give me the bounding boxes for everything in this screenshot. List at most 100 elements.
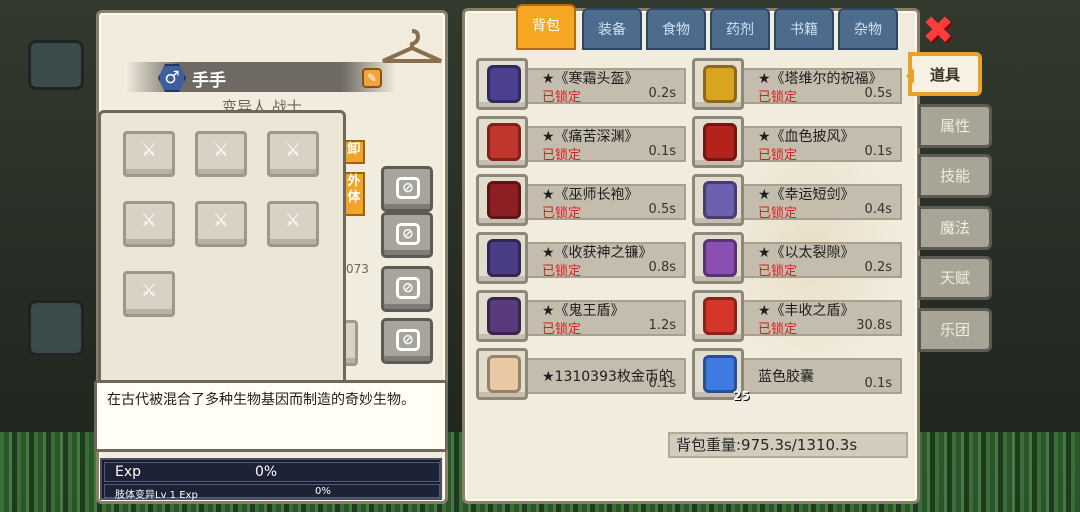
inventory-item[interactable]: ★《寒霜头盔》 已锁定 0.2s bbox=[476, 58, 688, 110]
equip-slot-button[interactable]: ⊘ bbox=[381, 266, 433, 312]
sword-icon: ⚔ bbox=[212, 210, 230, 231]
item-lock-status: 已锁定 bbox=[542, 322, 582, 337]
item-lock-status: 已锁定 bbox=[542, 206, 582, 221]
bag-weight: 背包重量:975.3s/1310.3s bbox=[668, 432, 908, 458]
tab-potion[interactable]: 药剂 bbox=[710, 8, 770, 50]
appearance-tag[interactable]: 外体 bbox=[343, 172, 365, 216]
inventory-item[interactable]: ★1310393枚金币的 0.1s bbox=[476, 348, 688, 400]
inventory-item[interactable]: ★《鬼王盾》 已锁定 1.2s bbox=[476, 290, 688, 342]
limb-exp-percent: 0% bbox=[315, 486, 331, 497]
slot-icon: ⊘ bbox=[396, 329, 420, 351]
equip-slot-button[interactable]: ⊘ bbox=[381, 212, 433, 258]
item-weight: 0.5s bbox=[864, 86, 892, 101]
frost-helmet-icon bbox=[487, 65, 521, 103]
item-slot[interactable] bbox=[476, 232, 528, 284]
close-button[interactable]: ✖ bbox=[920, 11, 956, 50]
item-name: 蓝色胶囊 bbox=[758, 369, 814, 385]
weapon-slot-popup: ⚔ ⚔ ⚔ ⚔ ⚔ ⚔ ⚔ bbox=[98, 110, 346, 386]
tab-books[interactable]: 书籍 bbox=[774, 8, 834, 50]
tab-equipment[interactable]: 装备 bbox=[582, 8, 642, 50]
edit-name-button[interactable]: ✎ bbox=[362, 68, 382, 88]
item-name: ★《痛苦深渊》 bbox=[542, 129, 639, 145]
inventory-item[interactable]: ★《塔维尔的祝福》 已锁定 0.5s bbox=[692, 58, 904, 110]
side-tab-skills[interactable]: 技能 bbox=[918, 154, 992, 198]
item-slot[interactable]: 25 bbox=[692, 348, 750, 403]
inventory-item[interactable]: 25 蓝色胶囊 0.1s bbox=[692, 348, 904, 403]
item-lock-status: 已锁定 bbox=[758, 206, 798, 221]
weapon-slot[interactable]: ⚔ bbox=[195, 201, 247, 247]
monster-sprite bbox=[28, 300, 84, 356]
item-lock-status: 已锁定 bbox=[758, 90, 798, 105]
item-slot[interactable] bbox=[476, 116, 528, 168]
tab-misc[interactable]: 杂物 bbox=[838, 8, 898, 50]
item-weight: 1.2s bbox=[648, 318, 676, 333]
weapon-slot[interactable]: ⚔ bbox=[123, 201, 175, 247]
limb-exp-bar: 肢体变异Lv 1 Exp 0% bbox=[104, 484, 440, 501]
item-slot[interactable] bbox=[476, 290, 528, 342]
lucky-dagger-icon bbox=[703, 181, 737, 219]
slot-icon: ⊘ bbox=[396, 277, 420, 299]
wizard-robe-icon bbox=[487, 181, 521, 219]
inventory-item[interactable]: ★《幸运短剑》 已锁定 0.4s bbox=[692, 174, 904, 226]
item-slot[interactable] bbox=[692, 58, 744, 110]
harvest-shield-icon bbox=[703, 297, 737, 335]
character-name: 手手 bbox=[192, 71, 226, 91]
side-tab-band[interactable]: 乐团 bbox=[918, 308, 992, 352]
gold-coin-card-icon bbox=[487, 355, 521, 393]
sword-icon: ⚔ bbox=[284, 140, 302, 161]
inventory-item[interactable]: ★《以太裂隙》 已锁定 0.2s bbox=[692, 232, 904, 284]
item-lock-status: 已锁定 bbox=[542, 90, 582, 105]
sword-icon: ⚔ bbox=[140, 280, 158, 301]
item-slot[interactable] bbox=[692, 290, 744, 342]
exp-panel: Exp 0% 肢体变异Lv 1 Exp 0% bbox=[100, 458, 442, 501]
item-lock-status: 已锁定 bbox=[758, 322, 798, 337]
item-weight: 0.1s bbox=[648, 144, 676, 159]
tab-food[interactable]: 食物 bbox=[646, 8, 706, 50]
blue-capsule-icon bbox=[703, 355, 737, 393]
inventory-item[interactable]: ★《巫师长袍》 已锁定 0.5s bbox=[476, 174, 688, 226]
weapon-slot[interactable]: ⚔ bbox=[123, 271, 175, 317]
exp-bar: Exp 0% bbox=[104, 462, 440, 482]
inventory-item[interactable]: ★《丰收之盾》 已锁定 30.8s bbox=[692, 290, 904, 342]
side-tab-attributes[interactable]: 属性 bbox=[918, 104, 992, 148]
blessing-ring-icon bbox=[703, 65, 737, 103]
side-tab-magic[interactable]: 魔法 bbox=[918, 206, 992, 250]
item-weight: 0.4s bbox=[864, 202, 892, 217]
item-name: ★《以太裂隙》 bbox=[758, 245, 855, 261]
item-lock-status: 已锁定 bbox=[542, 148, 582, 163]
sword-icon: ⚔ bbox=[140, 140, 158, 161]
item-weight: 30.8s bbox=[856, 318, 892, 333]
hanger-icon[interactable] bbox=[379, 27, 445, 67]
equip-slot-button[interactable]: ⊘ bbox=[381, 318, 433, 364]
equip-slot-button[interactable]: ⊘ bbox=[381, 166, 433, 212]
inventory-item[interactable]: ★《血色披风》 已锁定 0.1s bbox=[692, 116, 904, 168]
abyss-amulet-icon bbox=[487, 123, 521, 161]
weapon-slot[interactable]: ⚔ bbox=[123, 131, 175, 177]
unequip-tag[interactable]: 卸 bbox=[343, 140, 365, 164]
inventory-item[interactable]: ★《收获神之镰》 已锁定 0.8s bbox=[476, 232, 688, 284]
item-slot[interactable] bbox=[692, 232, 744, 284]
item-slot[interactable] bbox=[476, 58, 528, 110]
weapon-slot[interactable]: ⚔ bbox=[267, 131, 319, 177]
tab-bag[interactable]: 背包 bbox=[516, 4, 576, 50]
harvest-scythe-icon bbox=[487, 239, 521, 277]
item-slot[interactable] bbox=[692, 174, 744, 226]
item-weight: 0.8s bbox=[648, 260, 676, 275]
item-lock-status: 已锁定 bbox=[758, 148, 798, 163]
item-weight: 0.1s bbox=[648, 376, 676, 391]
item-slot[interactable] bbox=[476, 174, 528, 226]
item-lock-status: 已锁定 bbox=[542, 264, 582, 279]
item-slot[interactable] bbox=[476, 348, 528, 400]
weapon-slot[interactable]: ⚔ bbox=[195, 131, 247, 177]
side-tab-talent[interactable]: 天赋 bbox=[918, 256, 992, 300]
item-name: ★《鬼王盾》 bbox=[542, 303, 625, 319]
inventory-item[interactable]: ★《痛苦深渊》 已锁定 0.1s bbox=[476, 116, 688, 168]
monster-sprite bbox=[28, 40, 84, 90]
item-weight: 0.1s bbox=[864, 376, 892, 391]
weapon-slot[interactable]: ⚔ bbox=[267, 201, 319, 247]
item-weight: 0.2s bbox=[648, 86, 676, 101]
item-slot[interactable] bbox=[692, 116, 744, 168]
item-name: ★《收获神之镰》 bbox=[542, 245, 653, 261]
item-count: 25 bbox=[733, 389, 750, 403]
side-tab-items[interactable]: 道具 bbox=[906, 52, 982, 96]
